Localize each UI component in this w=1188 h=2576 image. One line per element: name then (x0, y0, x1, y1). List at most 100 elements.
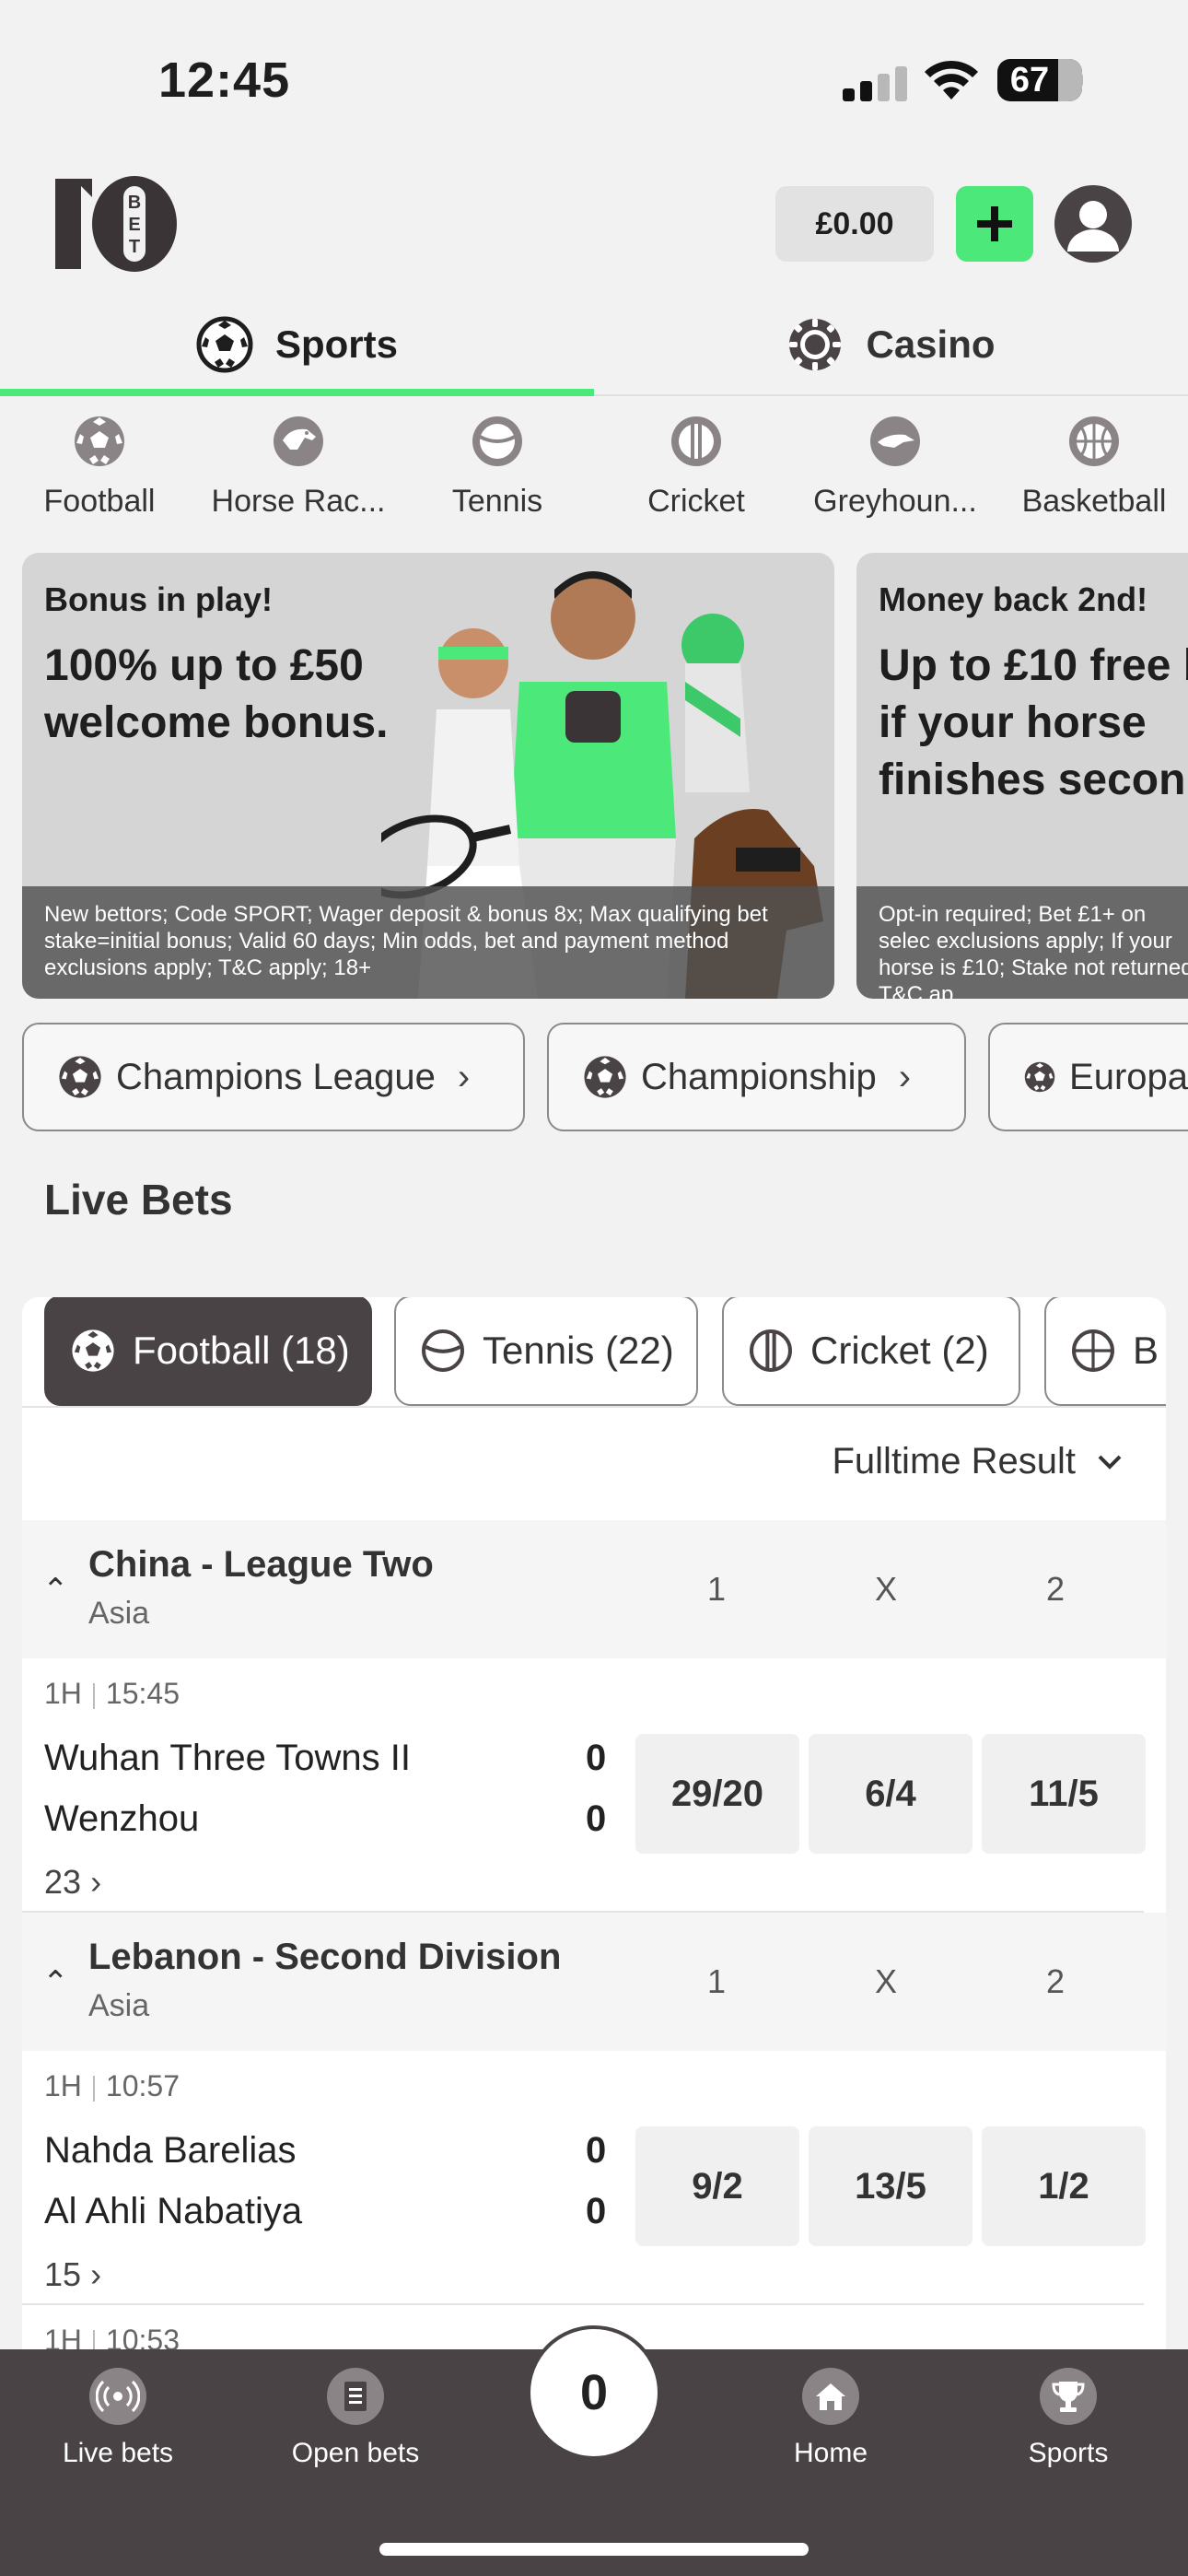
active-tab-indicator (0, 389, 594, 396)
match-clock: 1H 10:57 (44, 2069, 180, 2103)
cricket-ball-icon (750, 1329, 792, 1372)
cellular-signal-icon (843, 64, 907, 101)
away-team: Wenzhou (44, 1798, 200, 1839)
league-chip-europa[interactable]: Europa (988, 1023, 1188, 1131)
filter-football[interactable]: Football (18) (44, 1297, 372, 1406)
league-header[interactable]: ⌃ China - League Two Asia 1 X 2 (22, 1520, 1166, 1658)
promo-card-welcome-bonus[interactable]: Bonus in play! 100% up to £50 welcome bo… (22, 553, 834, 999)
match-clock: 1H 15:45 (44, 1677, 180, 1711)
nav-open-bets[interactable]: Open bets (273, 2368, 438, 2469)
column-draw: X (874, 1962, 897, 2000)
odds-button-away[interactable]: 1/2 (982, 2126, 1146, 2246)
odds-button-draw[interactable]: 13/5 (809, 2126, 973, 2246)
odds-button-away[interactable]: 11/5 (982, 1734, 1146, 1854)
promo-terms: Opt-in required; Bet £1+ on selec exclus… (856, 886, 1188, 999)
sport-item-football[interactable]: Football (0, 413, 199, 520)
chevron-down-icon (1098, 1455, 1122, 1469)
column-away: 2 (1045, 1962, 1066, 2000)
casino-chip-icon (789, 319, 842, 370)
live-bets-heading: Live Bets (44, 1176, 233, 1224)
football-icon (75, 416, 124, 466)
tab-sports[interactable]: Sports (0, 293, 594, 396)
home-team: Wuhan Three Towns II (44, 1738, 412, 1778)
more-markets-link[interactable]: 15 › (44, 2255, 101, 2294)
nav-label: Live bets (62, 2438, 174, 2468)
away-team: Al Ahli Nabatiya (44, 2191, 303, 2231)
match-period: 1H (44, 2069, 82, 2102)
basketball-icon (1069, 416, 1119, 466)
promo-card-money-back[interactable]: Money back 2nd! Up to £10 free b if your… (856, 553, 1188, 999)
battery-icon: 67 (997, 59, 1082, 101)
sport-item-label: Cricket (647, 484, 745, 519)
tab-sports-label: Sports (274, 322, 398, 366)
filter-cricket[interactable]: Cricket (2) (722, 1297, 1020, 1406)
league-chip-championship[interactable]: Championship › (547, 1023, 966, 1131)
home-indicator[interactable] (379, 2543, 809, 2556)
odds-button-home[interactable]: 29/20 (635, 1734, 799, 1854)
balance-display[interactable]: £0.00 (775, 186, 934, 262)
home-score: 0 (586, 1738, 607, 1778)
sport-item-basketball[interactable]: Basketball (995, 413, 1188, 520)
chevron-right-icon: › (898, 1056, 912, 1097)
column-draw: X (874, 1570, 897, 1608)
market-dropdown[interactable]: Fulltime Result (832, 1441, 1124, 1482)
sport-category-row: Football Horse Rac... Tennis Cricket Gre… (0, 405, 1188, 525)
nav-live-bets[interactable]: Live bets (35, 2368, 201, 2469)
wifi-icon (925, 60, 978, 100)
live-broadcast-icon (89, 2368, 146, 2425)
league-chip-label: Europa (1069, 1056, 1188, 1097)
nav-sports[interactable]: Sports (985, 2368, 1151, 2469)
deposit-button[interactable] (956, 186, 1033, 262)
tab-casino[interactable]: Casino (594, 293, 1188, 396)
tennis-ball-icon (472, 416, 522, 466)
home-team: Nahda Barelias (44, 2130, 297, 2171)
away-score: 0 (586, 2191, 607, 2231)
sport-item-label: Tennis (451, 484, 543, 519)
football-icon (59, 1056, 101, 1098)
battery-level: 67 (1009, 61, 1050, 100)
league-chip-champions-league[interactable]: Champions League › (22, 1023, 525, 1131)
greyhound-icon (870, 416, 920, 466)
league-region: Asia (88, 1596, 150, 1631)
chevron-right-icon: › (90, 1863, 102, 1901)
basketball-icon (1072, 1329, 1114, 1372)
odds-button-home[interactable]: 9/2 (635, 2126, 799, 2246)
home-icon (802, 2368, 859, 2425)
filter-label: Tennis (22) (483, 1329, 674, 1372)
league-name: China - League Two (88, 1544, 434, 1585)
league-header[interactable]: ⌃ Lebanon - Second Division Asia 1 X 2 (22, 1913, 1166, 2051)
sport-item-greyhounds[interactable]: Greyhoun... (796, 413, 995, 520)
sport-item-horse-racing[interactable]: Horse Rac... (199, 413, 398, 520)
football-icon (584, 1056, 626, 1098)
trophy-icon (1040, 2368, 1097, 2425)
filter-basketball[interactable]: B (1044, 1297, 1166, 1406)
sport-item-cricket[interactable]: Cricket (597, 413, 796, 520)
nav-label: Open bets (291, 2438, 420, 2468)
event-row[interactable]: 1H 10:57 Nahda Barelias Al Ahli Nabatiya … (22, 2051, 1166, 2318)
more-markets-link[interactable]: 23 › (44, 1863, 101, 1902)
filter-tennis[interactable]: Tennis (22) (394, 1297, 698, 1406)
promo-terms: New bettors; Code SPORT; Wager deposit &… (22, 886, 834, 999)
sport-item-label: Horse Rac... (211, 484, 386, 519)
sport-item-label: Greyhoun... (813, 484, 977, 519)
nav-home[interactable]: Home (748, 2368, 914, 2469)
betslip-button[interactable]: 0 (527, 2325, 661, 2460)
chevron-up-icon: ⌃ (42, 1965, 69, 2000)
account-avatar-button[interactable] (1054, 185, 1132, 263)
tennis-ball-icon (422, 1329, 464, 1372)
status-time: 12:45 (158, 53, 291, 108)
receipt-icon (327, 2368, 384, 2425)
svg-text:E: E (128, 215, 140, 235)
status-bar: 12:45 67 (0, 0, 1188, 157)
brand-logo[interactable]: B E T (55, 175, 184, 273)
odds-button-draw[interactable]: 6/4 (809, 1734, 973, 1854)
column-away: 2 (1045, 1570, 1066, 1608)
live-sport-filters: Football (18) Tennis (22) Cricket (2) B (22, 1297, 1166, 1408)
svg-text:B: B (128, 193, 141, 213)
market-dropdown-label: Fulltime Result (832, 1441, 1076, 1481)
sport-item-tennis[interactable]: Tennis (398, 413, 597, 520)
league-chip-label: Champions League (116, 1056, 436, 1097)
chevron-right-icon: › (457, 1056, 471, 1097)
event-row[interactable]: 1H 15:45 Wuhan Three Towns II Wenzhou 0 0… (22, 1658, 1166, 1926)
cricket-ball-icon (671, 416, 721, 466)
